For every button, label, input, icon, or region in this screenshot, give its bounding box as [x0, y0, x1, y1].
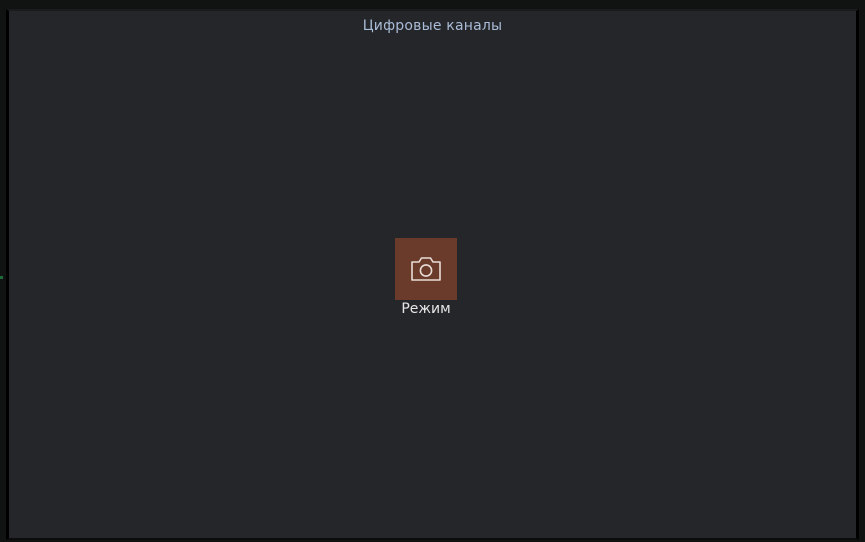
mode-button[interactable]	[395, 238, 457, 300]
digital-channels-panel: Цифровые каналы Режим	[6, 9, 859, 540]
camera-icon	[409, 255, 443, 283]
panel-title: Цифровые каналы	[362, 18, 503, 34]
mode-button-label: Режим	[401, 301, 451, 317]
screen: Цифровые каналы Режим	[0, 0, 865, 542]
edge-marker	[0, 276, 3, 279]
